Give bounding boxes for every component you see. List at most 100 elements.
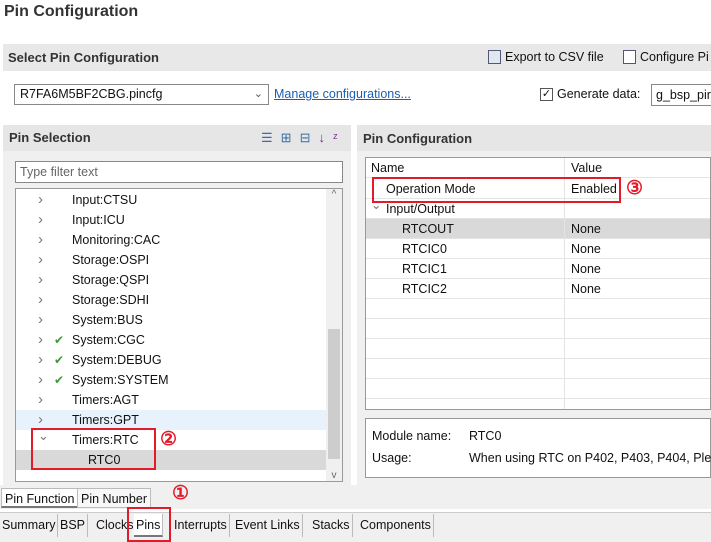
chevron-right-icon[interactable]: › <box>38 410 43 430</box>
tree-item[interactable]: › Storage:QSPI <box>16 270 327 290</box>
configure-label: Configure Pi <box>640 50 709 64</box>
table-row[interactable]: RTCIC1 None <box>366 259 710 279</box>
table-row[interactable]: RTCIC2 None <box>366 279 710 299</box>
table-row <box>366 319 710 339</box>
section-title: Select Pin Configuration <box>8 50 159 65</box>
row-name: RTCIC2 <box>366 279 565 299</box>
tree-item[interactable]: › Input:ICU <box>16 210 327 230</box>
tree-item[interactable]: › ✔ System:CGC <box>16 330 327 350</box>
tree-item-label: System:BUS <box>72 313 143 327</box>
chevron-right-icon[interactable]: › <box>38 290 43 310</box>
tree-item-label: Input:ICU <box>72 213 125 227</box>
module-name-value: RTC0 <box>469 429 502 443</box>
tree-item[interactable]: › Storage:OSPI <box>16 250 327 270</box>
table-row <box>366 359 710 379</box>
tab-summary[interactable]: Summary <box>0 514 59 537</box>
expand-all-icon[interactable]: ⊞ <box>281 130 300 145</box>
scrollbar-thumb[interactable] <box>328 329 340 459</box>
scroll-down-icon[interactable]: v <box>326 470 342 481</box>
table-row <box>366 299 710 319</box>
annotation-box-2 <box>31 428 156 470</box>
tab-components[interactable]: Components <box>358 514 434 537</box>
tree-item-label: System:SYSTEM <box>72 373 169 387</box>
page-title: Pin Configuration <box>4 3 139 20</box>
tree-item[interactable]: › Timers:AGT <box>16 390 327 410</box>
annotation-3: ③ <box>626 178 644 199</box>
chevron-right-icon[interactable]: › <box>38 370 43 390</box>
scrollbar[interactable]: ^ v <box>326 189 342 481</box>
tree-item-label: Timers:AGT <box>72 393 139 407</box>
tree-item-label: System:CGC <box>72 333 145 347</box>
row-name: RTCIC1 <box>366 259 565 279</box>
module-name-label: Module name: <box>372 429 452 443</box>
row-name <box>366 319 565 339</box>
chevron-right-icon[interactable]: › <box>38 350 43 370</box>
tab-interrupts[interactable]: Interrupts <box>172 514 230 537</box>
row-name: RTCOUT <box>366 219 565 239</box>
tree-item-label: Storage:SDHI <box>72 293 150 307</box>
row-value: None <box>571 242 601 256</box>
chevron-right-icon[interactable]: › <box>38 210 43 230</box>
editor-tabs-bar: Summary BSP Clocks Pins Interrupts Event Link… <box>0 512 711 542</box>
tree-item[interactable]: › ✔ System:SYSTEM <box>16 370 327 390</box>
col-name: Name <box>366 158 565 178</box>
chevron-right-icon[interactable]: › <box>38 230 43 250</box>
pin-config-title: Pin Configuration <box>357 125 711 151</box>
chevron-right-icon[interactable]: › <box>38 250 43 270</box>
tree-item[interactable]: › ✔ System:DEBUG <box>16 350 327 370</box>
col-value: Value <box>571 161 603 175</box>
row-name <box>366 379 565 399</box>
tree-item-label: Monitoring:CAC <box>72 233 161 247</box>
usage-label: Usage: <box>372 451 412 465</box>
annotation-2: ② <box>160 429 178 450</box>
pin-selection-title: Pin Selection ☰⊞⊟↓ᶻ <box>3 125 351 151</box>
list-icon <box>623 50 636 64</box>
row-name <box>366 299 565 319</box>
collapse-all-icon[interactable]: ⊟ <box>300 130 319 145</box>
chevron-down-icon: ⌄ <box>253 88 263 100</box>
row-value: None <box>571 282 601 296</box>
check-icon: ✔ <box>54 333 65 347</box>
row-name: RTCIC0 <box>366 239 565 259</box>
tree-item[interactable]: › Storage:SDHI <box>16 290 327 310</box>
check-icon: ✔ <box>54 373 65 387</box>
chevron-right-icon[interactable]: › <box>38 330 43 350</box>
table-row[interactable]: RTCOUT None <box>366 219 710 239</box>
tree-item[interactable]: › Timers:GPT <box>16 410 327 430</box>
spreadsheet-icon <box>488 50 501 64</box>
filter-input[interactable]: Type filter text <box>15 161 343 183</box>
chevron-right-icon[interactable]: › <box>38 270 43 290</box>
row-name <box>366 359 565 379</box>
tree-item[interactable]: › Input:CTSU <box>16 190 327 210</box>
tab-stacks[interactable]: Stacks <box>310 514 353 537</box>
chevron-right-icon[interactable]: › <box>38 390 43 410</box>
sort-az-icon[interactable]: ↓ᶻ <box>318 130 345 145</box>
tab-event-links[interactable]: Event Links <box>233 514 303 537</box>
tree-item[interactable]: › System:BUS <box>16 310 327 330</box>
row-name <box>366 399 565 409</box>
tab-pin-number[interactable]: Pin Number <box>77 488 151 508</box>
list-icon[interactable]: ☰ <box>261 130 281 145</box>
tree-item[interactable]: › Monitoring:CAC <box>16 230 327 250</box>
manage-configurations-link[interactable]: Manage configurations... <box>274 87 411 101</box>
generate-data-checkbox[interactable]: ✓ <box>540 88 553 101</box>
row-name <box>366 339 565 359</box>
usage-value: When using RTC on P402, P403, P404, Plea <box>469 451 711 465</box>
tree-item-label: System:DEBUG <box>72 353 162 367</box>
table-row[interactable]: RTCIC0 None <box>366 239 710 259</box>
export-csv-button[interactable]: Export to CSV file <box>488 50 604 64</box>
table-header: Name Value <box>366 158 710 178</box>
configure-pins-button[interactable]: Configure Pi <box>623 50 709 64</box>
chevron-right-icon[interactable]: › <box>38 310 43 330</box>
tab-pin-function[interactable]: Pin Function <box>1 488 79 508</box>
config-file-value: R7FA6M5BF2CBG.pincfg <box>20 87 163 101</box>
config-file-select[interactable]: R7FA6M5BF2CBG.pincfg ⌄ <box>14 84 269 105</box>
module-info: Module name: RTC0 Usage: When using RTC … <box>365 418 711 478</box>
chevron-right-icon[interactable]: › <box>38 190 43 210</box>
tree-item-label: Storage:OSPI <box>72 253 150 267</box>
tab-bsp[interactable]: BSP <box>58 514 89 537</box>
table-row <box>366 399 710 409</box>
scroll-up-icon[interactable]: ^ <box>326 189 342 200</box>
generate-data-input[interactable]: g_bsp_pir <box>651 84 711 106</box>
row-value: None <box>571 222 601 236</box>
